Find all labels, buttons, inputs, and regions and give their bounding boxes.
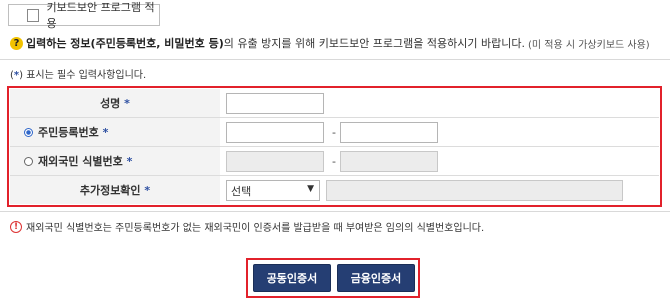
highlight-frame-form: [7, 86, 662, 207]
keyboard-security-label: 키보드보안 프로그램 적용: [46, 1, 155, 30]
security-notice: ? 입력하는 정보(주민등록번호, 비밀번호 등) 의 유출 방지를 위해 키보…: [10, 34, 650, 52]
divider: [0, 211, 670, 212]
required-note: (*) 표시는 필수 입력사항입니다.: [10, 66, 146, 81]
required-note-text: ) 표시는 필수 입력사항입니다.: [19, 70, 147, 81]
keyboard-security-checkbox[interactable]: [27, 8, 40, 22]
notice-small: (미 적용 시 가상키보드 사용): [527, 39, 650, 51]
joint-certificate-button[interactable]: 공동인증서: [253, 264, 331, 292]
question-icon: ?: [10, 36, 23, 50]
divider: [0, 59, 670, 60]
keyboard-security-toggle[interactable]: 키보드보안 프로그램 적용: [8, 1, 160, 30]
notice-bold: 입력하는 정보(주민등록번호, 비밀번호 등): [26, 37, 224, 50]
financial-certificate-button[interactable]: 금융인증서: [337, 264, 415, 292]
exclamation-icon: !: [10, 220, 22, 233]
foreigner-id-notice: ! 재외국민 식별번호는 주민등록번호가 없는 재외국민이 인증서를 발급받을 …: [10, 219, 484, 234]
warning-text: 재외국민 식별번호는 주민등록번호가 없는 재외국민이 인증서를 발급받을 때 …: [26, 223, 485, 234]
notice-text: 의 유출 방지를 위해 키보드보안 프로그램을 적용하시기 바랍니다.: [223, 37, 525, 50]
